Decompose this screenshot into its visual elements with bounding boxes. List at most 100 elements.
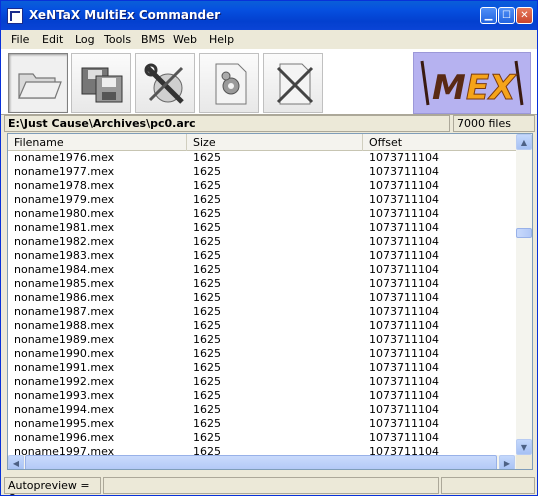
offset-cell: 1073711104 — [369, 445, 439, 455]
size-cell: 1625 — [193, 249, 221, 262]
tools-settings-icon — [144, 63, 184, 104]
menu-bar: File Edit Log Tools BMS Web Help — [1, 30, 537, 49]
column-filename[interactable]: Filename — [8, 134, 187, 151]
scroll-left-button[interactable]: ◀ — [8, 455, 24, 469]
size-cell: 1625 — [193, 375, 221, 388]
chevron-up-icon: ▲ — [520, 137, 528, 147]
scroll-down-button[interactable]: ▼ — [516, 439, 532, 455]
menu-edit[interactable]: Edit — [42, 33, 63, 46]
filename-cell: noname1981.mex — [14, 221, 115, 234]
horizontal-scroll-thumb[interactable] — [25, 455, 497, 469]
filename-cell: noname1986.mex — [14, 291, 115, 304]
close-archive-button[interactable] — [263, 53, 323, 113]
scroll-right-button[interactable]: ▶ — [499, 455, 515, 469]
save-archive-button[interactable] — [71, 53, 131, 113]
menu-file[interactable]: File — [11, 33, 29, 46]
filename-cell: noname1985.mex — [14, 277, 115, 290]
list-item[interactable]: noname1988.mex 1625 1073711104 — [8, 319, 516, 333]
list-item[interactable]: noname1987.mex 1625 1073711104 — [8, 305, 516, 319]
offset-cell: 1073711104 — [369, 277, 439, 290]
list-item[interactable]: noname1978.mex 1625 1073711104 — [8, 179, 516, 193]
status-extra — [441, 477, 535, 494]
title-bar[interactable]: XeNTaX MultiEx Commander ▁ ☐ ✕ — [1, 1, 537, 30]
minimize-button[interactable]: ▁ — [480, 7, 497, 24]
list-item[interactable]: noname1997.mex 1625 1073711104 — [8, 445, 516, 455]
filename-cell: noname1979.mex — [14, 193, 115, 206]
menu-tools[interactable]: Tools — [104, 33, 131, 46]
filename-cell: noname1982.mex — [14, 235, 115, 248]
list-item[interactable]: noname1982.mex 1625 1073711104 — [8, 235, 516, 249]
list-item[interactable]: noname1995.mex 1625 1073711104 — [8, 417, 516, 431]
list-item[interactable]: noname1980.mex 1625 1073711104 — [8, 207, 516, 221]
vertical-scroll-thumb[interactable] — [516, 228, 532, 238]
list-item[interactable]: noname1981.mex 1625 1073711104 — [8, 221, 516, 235]
size-cell: 1625 — [193, 207, 221, 220]
column-offset[interactable]: Offset — [363, 134, 516, 151]
file-count: 7000 files — [453, 115, 535, 132]
autopreview-status[interactable]: Autopreview = On — [4, 477, 101, 495]
open-archive-button[interactable] — [8, 53, 68, 113]
filename-cell: noname1977.mex — [14, 165, 115, 178]
script-button[interactable] — [199, 53, 259, 113]
tools-button[interactable] — [135, 53, 195, 113]
size-cell: 1625 — [193, 277, 221, 290]
menu-help[interactable]: Help — [209, 33, 234, 46]
size-cell: 1625 — [193, 445, 221, 455]
file-list[interactable]: Filename Size Offset noname1976.mex 1625 1… — [7, 133, 533, 470]
column-size[interactable]: Size — [187, 134, 363, 151]
filename-cell: noname1987.mex — [14, 305, 115, 318]
size-cell: 1625 — [193, 403, 221, 416]
chevron-right-icon: ▶ — [503, 458, 511, 468]
list-item[interactable]: noname1984.mex 1625 1073711104 — [8, 263, 516, 277]
size-cell: 1625 — [193, 389, 221, 402]
offset-cell: 1073711104 — [369, 221, 439, 234]
horizontal-scrollbar[interactable]: ◀ ▶ — [8, 455, 516, 469]
list-item[interactable]: noname1991.mex 1625 1073711104 — [8, 361, 516, 375]
menu-log[interactable]: Log — [75, 33, 95, 46]
filename-cell: noname1991.mex — [14, 361, 115, 374]
offset-cell: 1073711104 — [369, 361, 439, 374]
offset-cell: 1073711104 — [369, 305, 439, 318]
app-icon[interactable] — [7, 8, 23, 24]
list-item[interactable]: noname1986.mex 1625 1073711104 — [8, 291, 516, 305]
size-cell: 1625 — [193, 333, 221, 346]
filename-cell: noname1983.mex — [14, 249, 115, 262]
maximize-button[interactable]: ☐ — [498, 7, 515, 24]
offset-cell: 1073711104 — [369, 319, 439, 332]
size-cell: 1625 — [193, 319, 221, 332]
filename-cell: noname1993.mex — [14, 389, 115, 402]
offset-cell: 1073711104 — [369, 235, 439, 248]
scroll-up-button[interactable]: ▲ — [516, 134, 532, 150]
script-gear-icon — [215, 63, 247, 105]
size-cell: 1625 — [193, 361, 221, 374]
status-message — [103, 477, 439, 494]
filename-cell: noname1990.mex — [14, 347, 115, 360]
vertical-scrollbar[interactable]: ▲ ▼ — [516, 134, 532, 455]
offset-cell: 1073711104 — [369, 151, 439, 164]
list-item[interactable]: noname1992.mex 1625 1073711104 — [8, 375, 516, 389]
list-item[interactable]: noname1976.mex 1625 1073711104 — [8, 151, 516, 165]
archive-path: E:\Just Cause\Archives\pc0.arc — [4, 115, 450, 132]
offset-cell: 1073711104 — [369, 431, 439, 444]
list-item[interactable]: noname1994.mex 1625 1073711104 — [8, 403, 516, 417]
offset-cell: 1073711104 — [369, 417, 439, 430]
size-cell: 1625 — [193, 235, 221, 248]
mex-logo: M EX — [413, 52, 531, 114]
list-item[interactable]: noname1993.mex 1625 1073711104 — [8, 389, 516, 403]
menu-web[interactable]: Web — [173, 33, 197, 46]
menu-bms[interactable]: BMS — [141, 33, 165, 46]
list-item[interactable]: noname1990.mex 1625 1073711104 — [8, 347, 516, 361]
app-window: XeNTaX MultiEx Commander ▁ ☐ ✕ File Edit… — [0, 0, 538, 496]
list-item[interactable]: noname1996.mex 1625 1073711104 — [8, 431, 516, 445]
list-item[interactable]: noname1979.mex 1625 1073711104 — [8, 193, 516, 207]
size-cell: 1625 — [193, 305, 221, 318]
offset-cell: 1073711104 — [369, 193, 439, 206]
list-item[interactable]: noname1977.mex 1625 1073711104 — [8, 165, 516, 179]
list-item[interactable]: noname1985.mex 1625 1073711104 — [8, 277, 516, 291]
list-item[interactable]: noname1983.mex 1625 1073711104 — [8, 249, 516, 263]
offset-cell: 1073711104 — [369, 249, 439, 262]
list-item[interactable]: noname1989.mex 1625 1073711104 — [8, 333, 516, 347]
close-button[interactable]: ✕ — [516, 7, 533, 24]
offset-cell: 1073711104 — [369, 207, 439, 220]
size-cell: 1625 — [193, 193, 221, 206]
